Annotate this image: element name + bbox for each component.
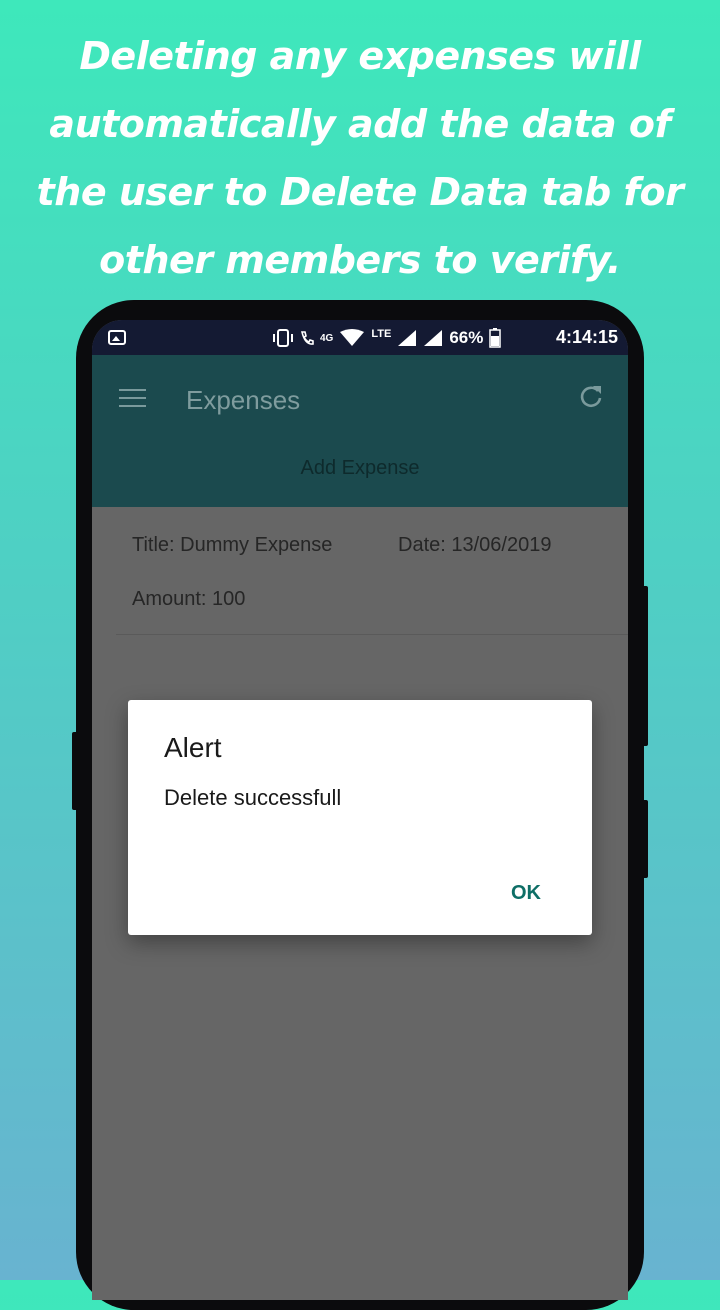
- clock: 4:14:15: [555, 327, 618, 347]
- promo-line: other members to verify.: [99, 238, 621, 282]
- network-type: 4G: [320, 332, 334, 344]
- battery-icon: [489, 328, 502, 348]
- signal-icon: [424, 330, 443, 346]
- expense-date: Date: 13/06/2019: [398, 534, 552, 556]
- gallery-icon: [108, 330, 126, 345]
- promo-line: Deleting any expenses will: [79, 34, 641, 78]
- phone-side-button: [642, 800, 648, 878]
- network-type-lte: LTE: [371, 328, 392, 340]
- phone-side-button: [642, 586, 648, 746]
- menu-icon[interactable]: [119, 389, 146, 409]
- phone-side-button: [72, 732, 78, 810]
- list-divider: [116, 634, 628, 635]
- page-title: Expenses: [186, 385, 301, 415]
- add-expense-tab[interactable]: Add Expense: [92, 457, 628, 480]
- dialog-title: Alert: [164, 732, 222, 763]
- promo-line: the user to Delete Data tab for: [36, 170, 684, 214]
- promo-line: automatically add the data of: [49, 102, 671, 146]
- refresh-icon[interactable]: [578, 383, 604, 409]
- vibrate-icon: [273, 329, 293, 347]
- wifi-icon: [340, 329, 365, 346]
- signal-icon: [398, 330, 417, 346]
- promo-headline: Deleting any expenses will automatically…: [0, 22, 720, 294]
- call-icon: [300, 331, 314, 345]
- ok-button[interactable]: OK: [511, 882, 541, 905]
- expense-amount: Amount: 100: [132, 588, 246, 610]
- battery-level: 66%: [449, 328, 484, 347]
- expense-title: Title: Dummy Expense: [132, 534, 333, 556]
- status-bar: 4G LTE 66% 4:14:15: [92, 320, 628, 355]
- dialog-message: Delete successfull: [164, 785, 342, 810]
- app-bar: Expenses Add Expense: [92, 355, 628, 507]
- status-icons: 4G LTE 66%: [272, 326, 502, 350]
- alert-dialog: Alert Delete successfull OK: [128, 700, 592, 935]
